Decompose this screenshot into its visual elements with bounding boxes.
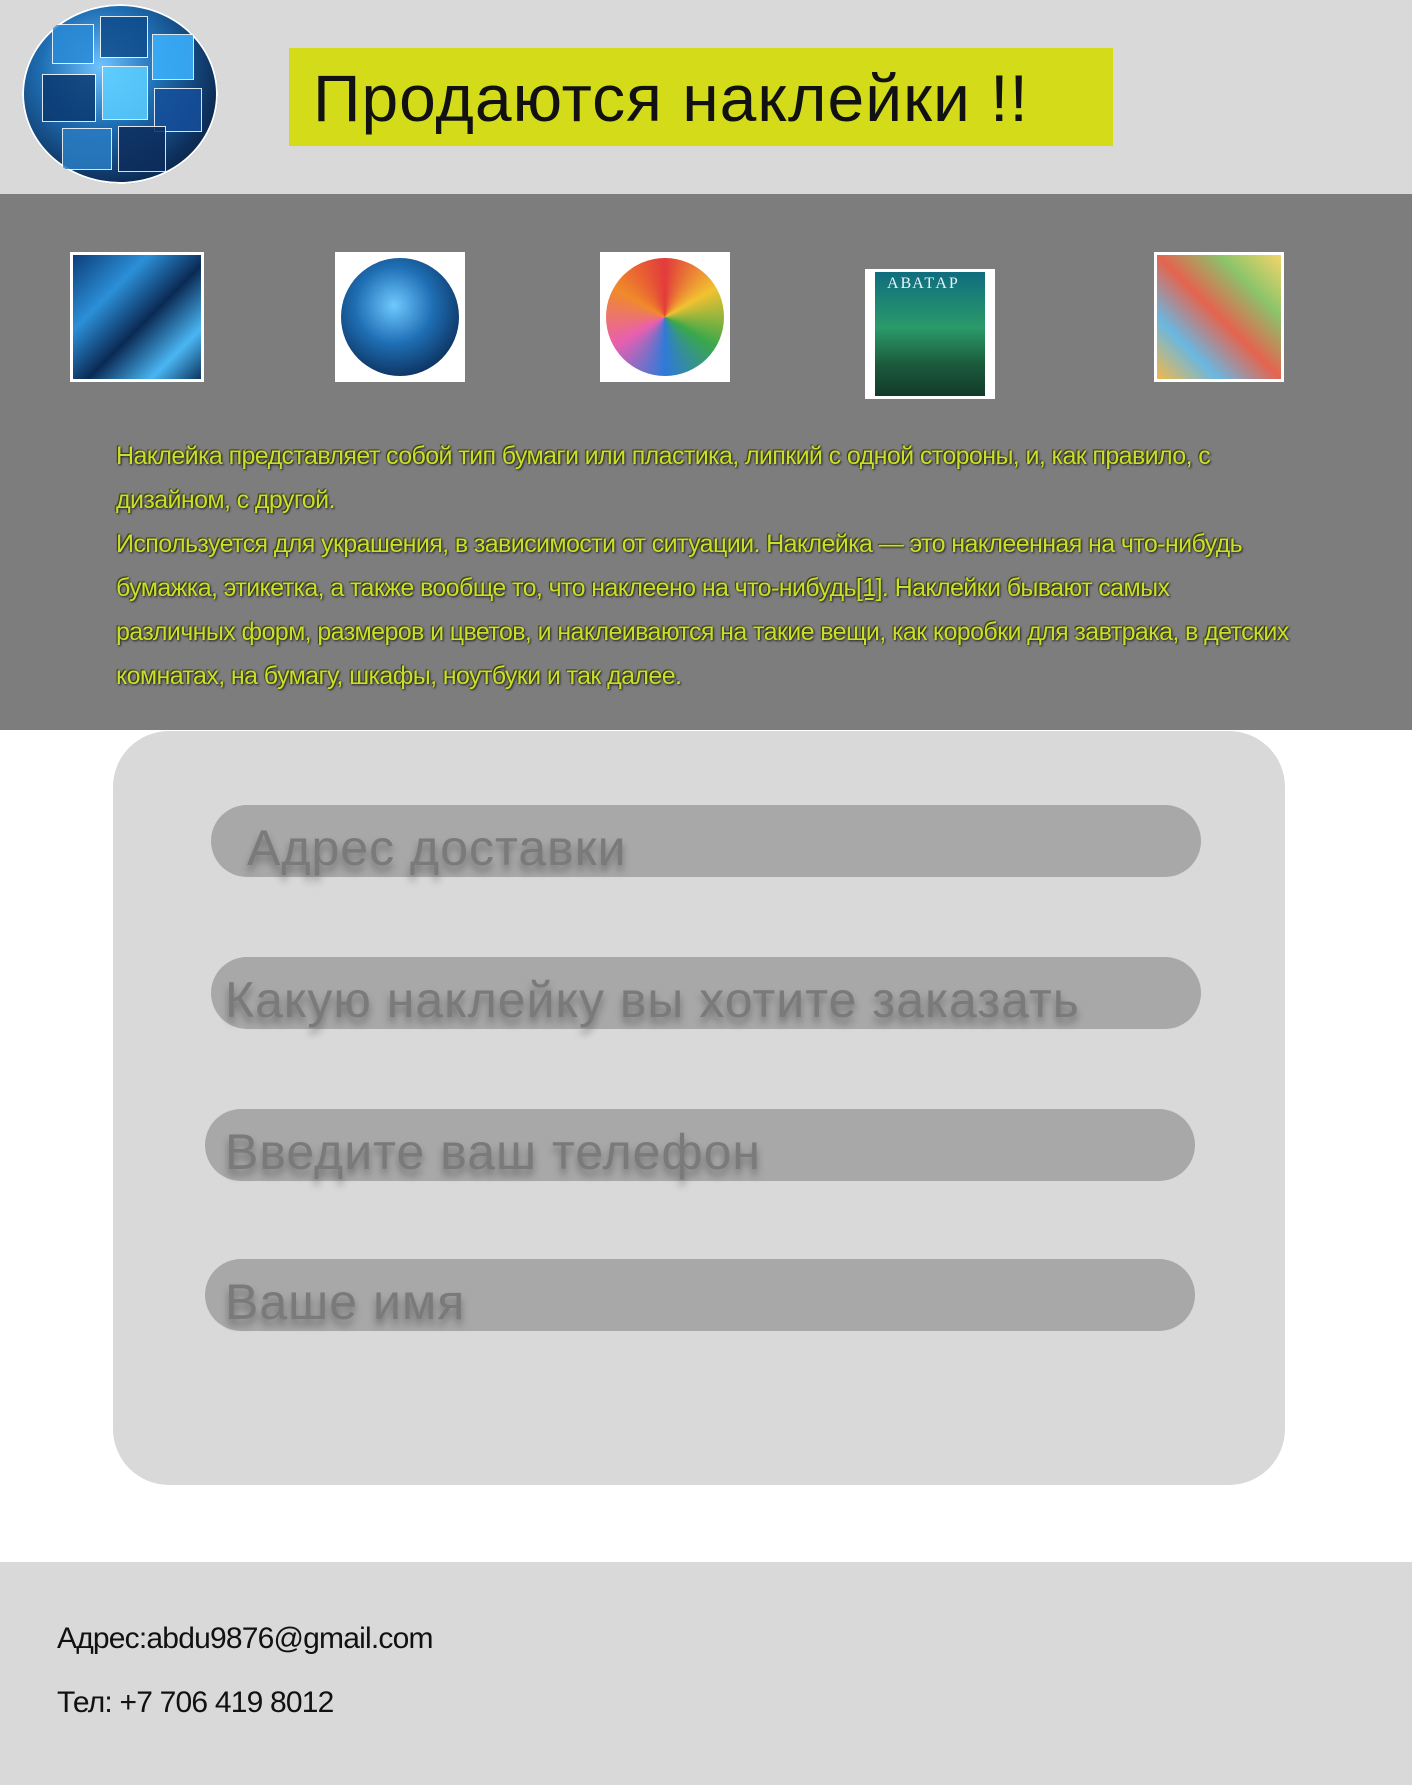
footer: Адрес:abdu9876@gmail.com Тел: +7 706 419… [0, 1562, 1412, 1785]
avatar-sticker-pack-logo-icon [22, 4, 218, 184]
avatar-movie-poster-icon[interactable]: АВАТАР [865, 269, 995, 399]
sticker-choice-placeholder: Какую наклейку вы хотите заказать [225, 972, 1080, 1028]
poster-title: АВАТАР [887, 275, 960, 292]
page-title: Продаются наклейки !! [313, 61, 1029, 135]
order-form: Адрес доставки Какую наклейку вы хотите … [113, 731, 1285, 1485]
contact-address: Адрес:abdu9876@gmail.com [57, 1622, 433, 1655]
contact-phone: Тел: +7 706 419 8012 [57, 1686, 334, 1719]
avatar-stickers-square-icon[interactable] [70, 252, 204, 382]
description-line: бумажка, этикетка, а также вообще то, чт… [116, 566, 1316, 610]
description-line: комнатах, на бумагу, шкафы, ноутбуки и т… [116, 662, 682, 690]
sticker-gallery: АВАТАР Наклейка представляет собой тип б… [0, 194, 1412, 730]
phone-placeholder: Введите ваш телефон [225, 1124, 762, 1180]
description-line: дизайном, с другой. [116, 486, 335, 514]
page-title-banner: Продаются наклейки !! [289, 48, 1113, 146]
reference-link[interactable]: [1] [856, 574, 883, 602]
sticker-choice-field[interactable]: Какую наклейку вы хотите заказать [211, 957, 1201, 1029]
header: Продаются наклейки !! [0, 0, 1412, 194]
description-line: различных форм, размеров и цветов, и нак… [116, 618, 1289, 646]
description-text: Используется для украшения, в зависимост… [116, 530, 1243, 558]
description-line: Наклейка представляет собой тип бумаги и… [116, 442, 1211, 470]
name-placeholder: Ваше имя [225, 1274, 466, 1330]
colorful-stickers-round-icon[interactable] [600, 252, 730, 382]
description-text: бумажка, этикетка, а также вообще то, чт… [116, 574, 857, 602]
name-field[interactable]: Ваше имя [205, 1259, 1195, 1331]
delivery-address-placeholder: Адрес доставки [247, 820, 627, 876]
avatar-stickers-round-icon[interactable] [335, 252, 465, 382]
delivery-address-field[interactable]: Адрес доставки [211, 805, 1201, 877]
description-text: . Наклейки бывают самых [881, 574, 1170, 602]
description-line: Используется для украшения, в зависимост… [116, 522, 1316, 566]
phone-field[interactable]: Введите ваш телефон [205, 1109, 1195, 1181]
cartoon-stickers-square-icon[interactable] [1154, 252, 1284, 382]
sticker-description: Наклейка представляет собой тип бумаги и… [116, 434, 1316, 698]
